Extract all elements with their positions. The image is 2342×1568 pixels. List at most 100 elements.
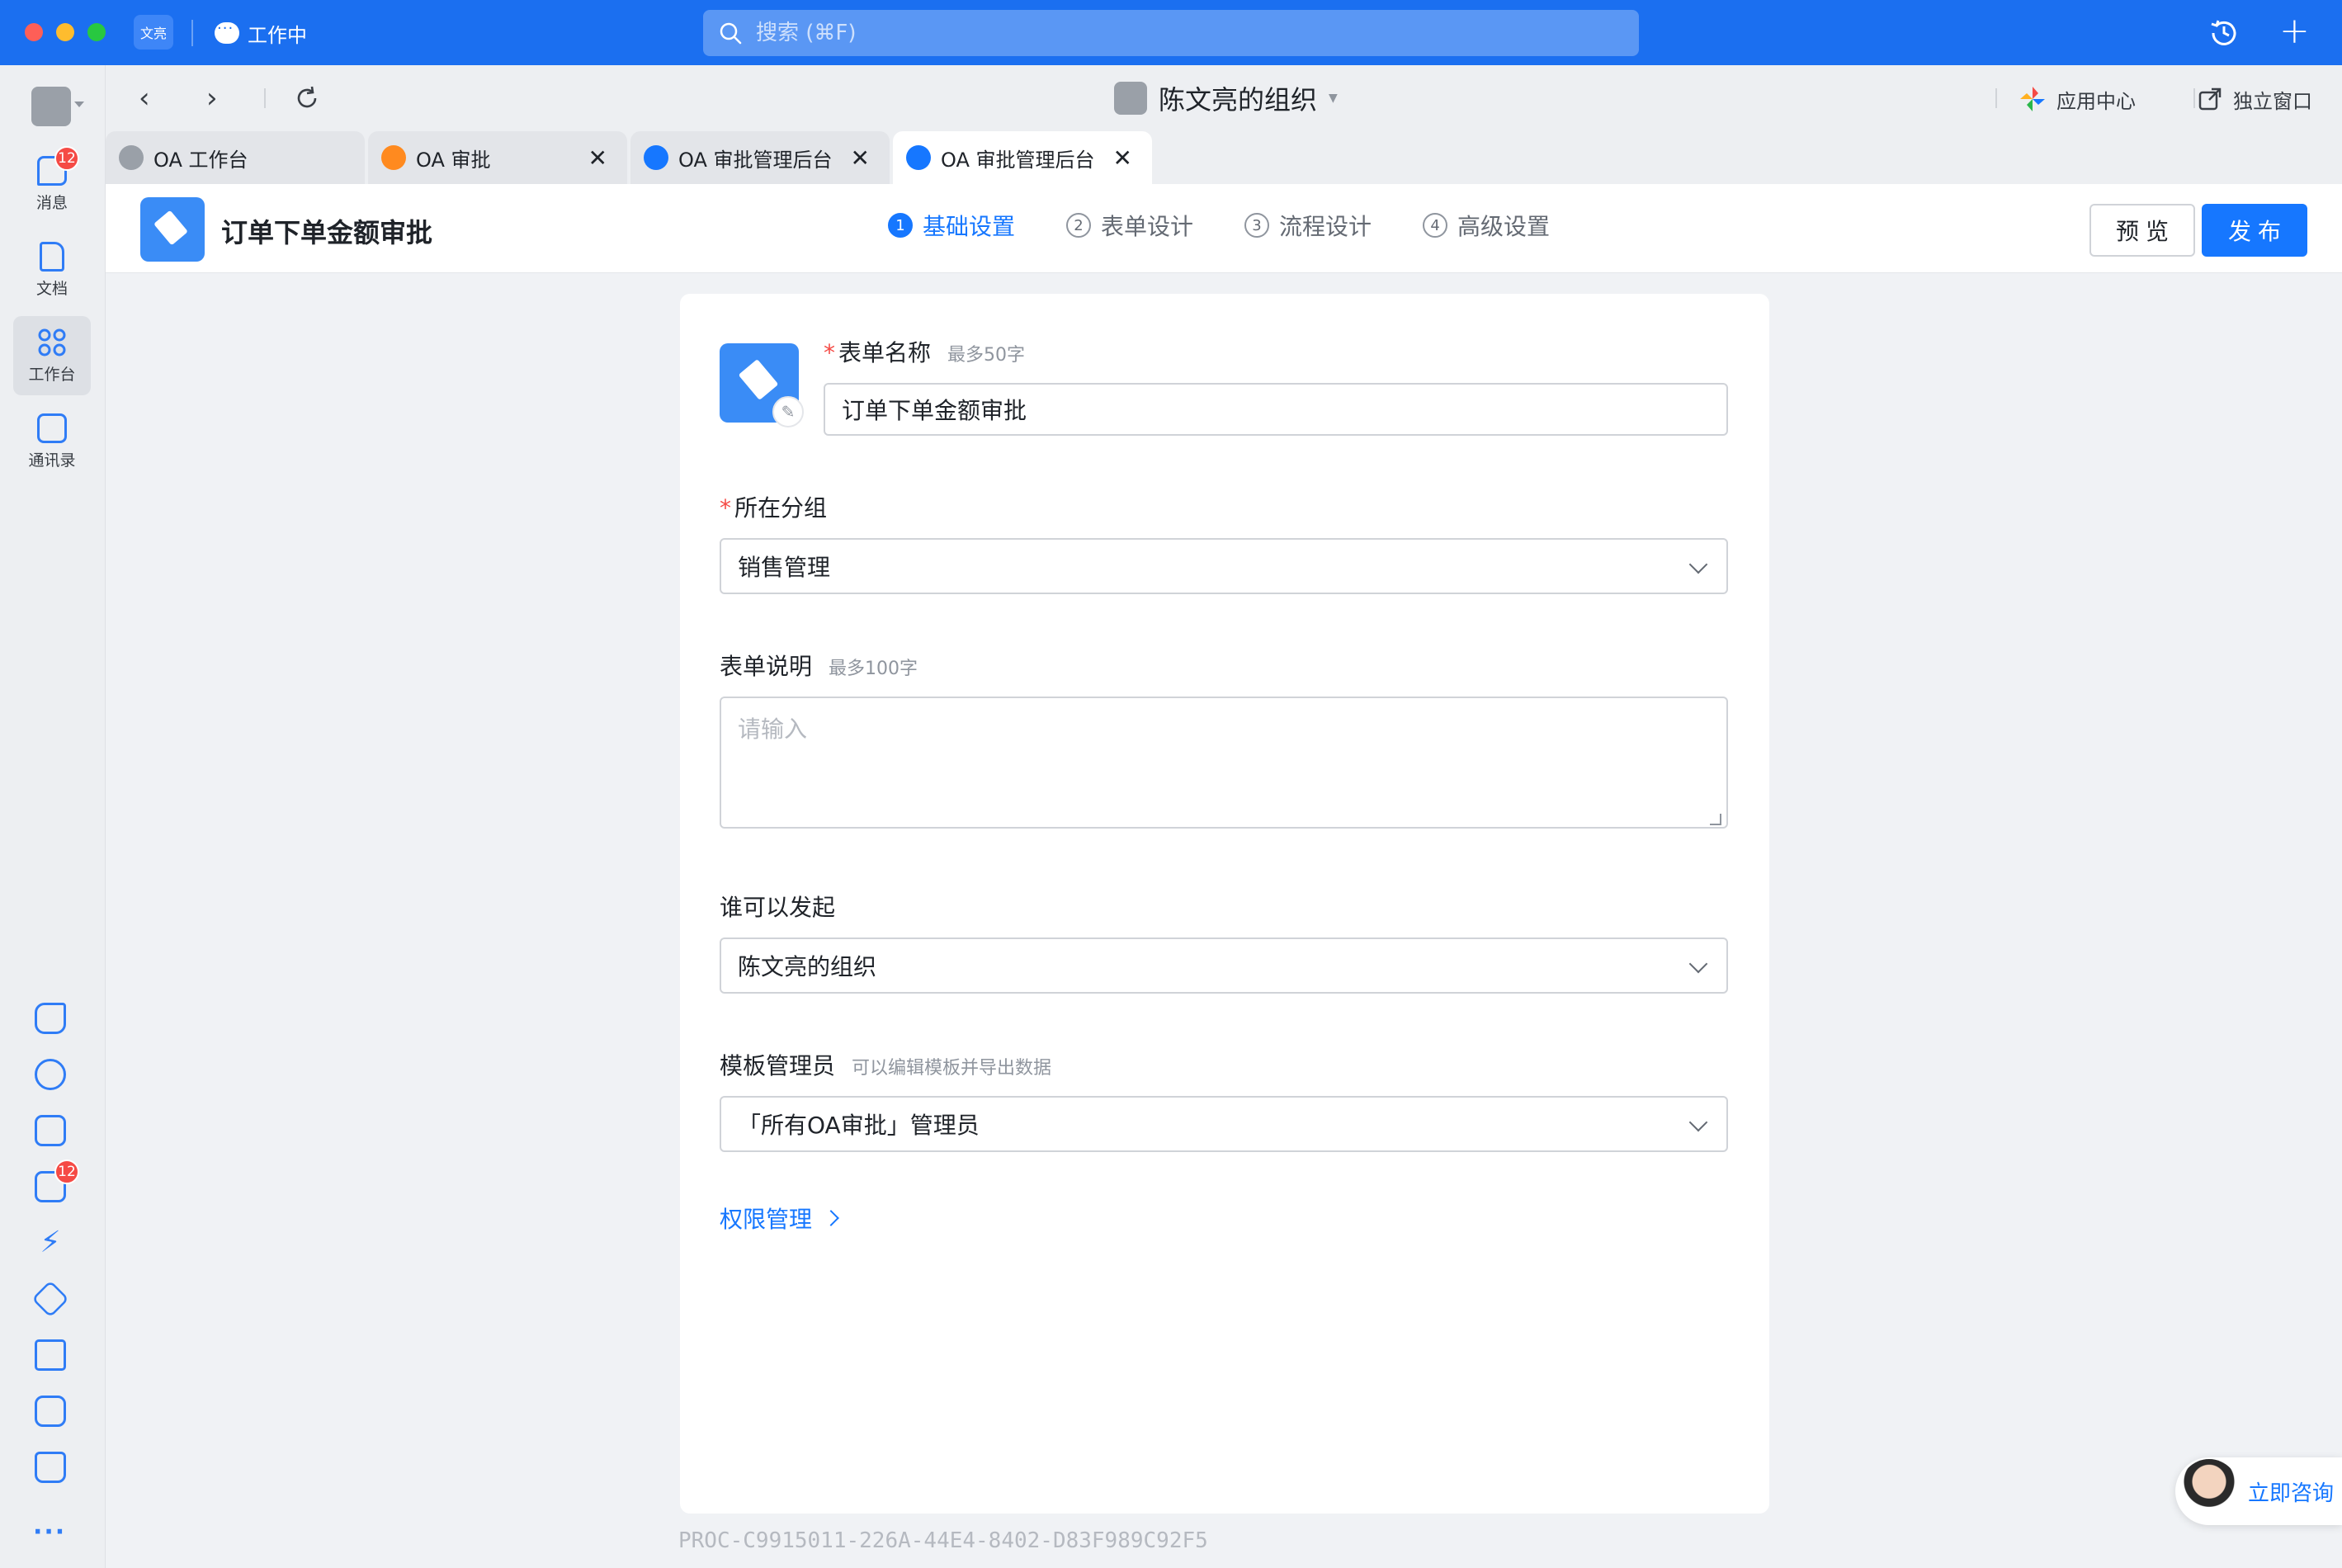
global-search-bar[interactable]: [703, 10, 1639, 56]
search-input[interactable]: [756, 21, 1499, 45]
step-process-design[interactable]: 3 流程设计: [1244, 209, 1372, 242]
archive-box-icon[interactable]: [35, 1452, 66, 1483]
chevron-down-icon: ▼: [1329, 92, 1338, 105]
resize-handle-icon[interactable]: [1710, 814, 1721, 825]
tab-label: OA 审批: [416, 148, 491, 172]
group-label-text: 所在分组: [734, 494, 828, 522]
initiator-label-text: 谁可以发起: [720, 894, 836, 921]
initiator-label: 谁可以发起: [720, 890, 835, 923]
standalone-window-button[interactable]: 独立窗口: [2197, 83, 2312, 115]
template-admin-select[interactable]: 「所有OA审批」管理员: [720, 1096, 1728, 1152]
step-number: 2: [1066, 213, 1092, 238]
initiator-select[interactable]: 陈文亮的组织: [720, 937, 1728, 994]
close-tab-icon[interactable]: ✕: [588, 144, 607, 172]
rail-item-contacts[interactable]: 通讯录: [13, 402, 91, 481]
step-number: 1: [888, 213, 913, 238]
rail-item-label: 文档: [35, 279, 68, 298]
tab-app-icon: [644, 145, 668, 170]
form-name-hint: 最多50字: [947, 345, 1026, 366]
description-textarea[interactable]: [720, 697, 1728, 829]
tab-oa-admin[interactable]: OA 审批管理后台 ✕: [630, 131, 890, 184]
refresh-icon[interactable]: [294, 85, 320, 111]
tab-app-icon: [906, 145, 931, 170]
layers-icon[interactable]: [31, 1280, 69, 1318]
app-center-label: 应用中心: [2056, 89, 2136, 113]
group-label: * 所在分组: [720, 490, 827, 523]
rail-item-docs[interactable]: 文档: [13, 230, 91, 309]
rail-item-label: 消息: [35, 193, 68, 212]
chevron-down-icon: [1688, 954, 1708, 974]
rail-item-workbench[interactable]: 工作台: [13, 316, 91, 395]
step-label: 流程设计: [1279, 213, 1372, 240]
chevron-down-icon: [1688, 1112, 1708, 1132]
status-label: 工作中: [248, 23, 307, 47]
tab-oa-admin-active[interactable]: OA 审批管理后台 ✕: [893, 131, 1152, 184]
rail-item-label: 工作台: [28, 365, 76, 384]
org-switcher-avatar[interactable]: [31, 87, 71, 126]
mail-icon[interactable]: [35, 1339, 66, 1371]
close-window-button[interactable]: [25, 23, 43, 41]
contacts-icon: [37, 413, 67, 443]
template-admin-label-text: 模板管理员: [720, 1052, 836, 1079]
template-admin-select-value: 「所有OA审批」管理员: [738, 1112, 980, 1139]
back-arrow-icon[interactable]: ‹: [139, 83, 150, 113]
rail-item-label: 通讯录: [28, 451, 76, 470]
maximize-window-button[interactable]: [87, 23, 106, 41]
template-admin-hint: 可以编辑模板并导出数据: [852, 1058, 1052, 1079]
phone-call-icon[interactable]: [35, 1003, 66, 1034]
template-admin-label: 模板管理员 可以编辑模板并导出数据: [720, 1048, 1051, 1081]
initiator-select-value: 陈文亮的组织: [738, 953, 877, 980]
org-structure-icon: [1114, 82, 1147, 115]
close-tab-icon[interactable]: ✕: [851, 144, 870, 172]
chevron-down-icon: [1688, 555, 1708, 574]
history-icon[interactable]: [2208, 17, 2240, 50]
publish-button[interactable]: 发布: [2202, 204, 2307, 257]
left-navigation-rail: 消息 12 文档 工作台 通讯录 12 ⚡ ···: [0, 65, 106, 1568]
tab-strip: OA 工作台 OA 审批 ✕ OA 审批管理后台 ✕ OA 审批管理后台 ✕: [106, 131, 2342, 184]
group-select[interactable]: 销售管理: [720, 538, 1728, 594]
description-hint: 最多100字: [829, 659, 918, 679]
permission-management-link[interactable]: 权限管理: [720, 1202, 839, 1235]
step-number: 3: [1244, 213, 1270, 238]
external-window-icon: [2198, 87, 2222, 111]
cloud-icon[interactable]: [35, 1059, 66, 1090]
more-apps-icon[interactable]: ···: [33, 1518, 66, 1547]
minimize-window-button[interactable]: [56, 23, 74, 41]
forward-arrow-icon[interactable]: ›: [206, 83, 218, 113]
org-switcher-caret-icon[interactable]: [74, 102, 84, 107]
nav-divider: [264, 88, 266, 108]
current-org-title[interactable]: 陈文亮的组织 ▼: [1114, 80, 1338, 116]
step-advanced-settings[interactable]: 4 高级设置: [1423, 209, 1550, 242]
chevron-right-icon: [823, 1210, 839, 1226]
tab-oa-approval[interactable]: OA 审批 ✕: [368, 131, 627, 184]
document-icon: [40, 241, 64, 272]
nav-right-divider: [2193, 88, 2195, 108]
app-center-pinwheel-icon: [2020, 87, 2045, 111]
required-asterisk: *: [824, 339, 835, 366]
rail-item-messages[interactable]: 消息 12: [13, 144, 91, 224]
calendar-icon[interactable]: [35, 1115, 66, 1146]
status-indicator[interactable]: 工作中: [215, 18, 307, 48]
form-name-label: * 表单名称 最多50字: [824, 335, 1025, 368]
task-badge: 12: [54, 1159, 79, 1184]
form-name-input[interactable]: [824, 383, 1728, 436]
tab-oa-workbench[interactable]: OA 工作台: [106, 131, 365, 184]
step-basic-settings[interactable]: 1 基础设置: [888, 209, 1015, 242]
form-icon-picker[interactable]: ✎: [720, 343, 804, 427]
standalone-window-label: 独立窗口: [2233, 89, 2312, 113]
titlebar-divider: [191, 20, 193, 46]
preview-button[interactable]: 预览: [2089, 204, 2195, 257]
browser-navigation-row: ‹ › 陈文亮的组织 ▼ 应用中心 独立窗口: [106, 65, 2342, 131]
new-tab-plus-icon[interactable]: +: [2279, 13, 2310, 50]
search-icon: [720, 22, 742, 45]
app-center-button[interactable]: 应用中心: [2019, 83, 2136, 115]
lightning-icon[interactable]: ⚡: [35, 1227, 66, 1259]
wiki-icon[interactable]: [35, 1396, 66, 1427]
process-id-text: PROC-C9915011-226A-44E4-8402-D83F989C92F…: [678, 1528, 1208, 1553]
step-form-design[interactable]: 2 表单设计: [1066, 209, 1193, 242]
consult-now-button[interactable]: 立即咨询: [2175, 1457, 2342, 1525]
user-brand-badge[interactable]: 文亮: [134, 15, 173, 50]
app-header: 订单下单金额审批 1 基础设置 2 表单设计 3 流程设计 4 高级设置 预览 …: [106, 184, 2342, 273]
edit-pencil-icon[interactable]: ✎: [772, 396, 804, 427]
close-tab-icon[interactable]: ✕: [1113, 144, 1132, 172]
